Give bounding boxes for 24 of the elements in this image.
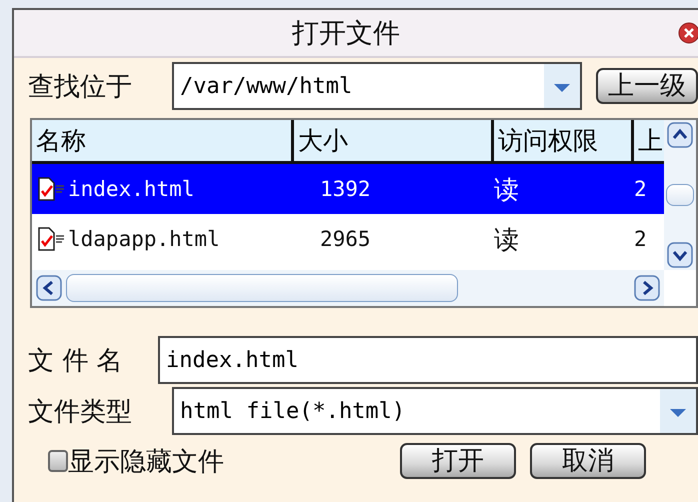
show-hidden-label: 显示隐藏文件 — [68, 446, 224, 478]
filetype-label: 文件类型 — [28, 396, 133, 428]
column-header[interactable]: 大小 — [294, 120, 494, 164]
location-label: 查找位于 — [28, 70, 133, 104]
file-size: 1392 — [319, 177, 372, 201]
file-name: ldapapp.html — [68, 227, 220, 251]
file-name: index.html — [68, 177, 194, 201]
cancel-button[interactable]: 取消 — [530, 443, 646, 479]
window-title: 打开文件 — [292, 17, 400, 51]
file-access: 读 — [494, 224, 520, 256]
filetype-combo[interactable]: html file(*.html) — [172, 387, 698, 435]
filename-label: 文 件 名 — [28, 344, 124, 378]
file-row[interactable]: index.html 1392 读 2 — [32, 164, 664, 214]
table-cell-text: 2 — [634, 177, 648, 201]
column-header[interactable]: 名称 — [32, 120, 294, 164]
up-level-button[interactable]: 上一级 — [596, 68, 698, 104]
location-combo[interactable]: /var/www/html — [172, 62, 582, 110]
open-button[interactable]: 打开 — [400, 443, 516, 479]
file-size: 2965 — [319, 227, 372, 251]
file-access: 读 — [494, 174, 520, 206]
column-header[interactable]: 访问权限 — [494, 120, 634, 164]
table-cell-text: 2 — [634, 227, 648, 251]
column-header[interactable]: 上 — [634, 120, 664, 164]
filename-field[interactable]: index.html — [158, 336, 698, 384]
